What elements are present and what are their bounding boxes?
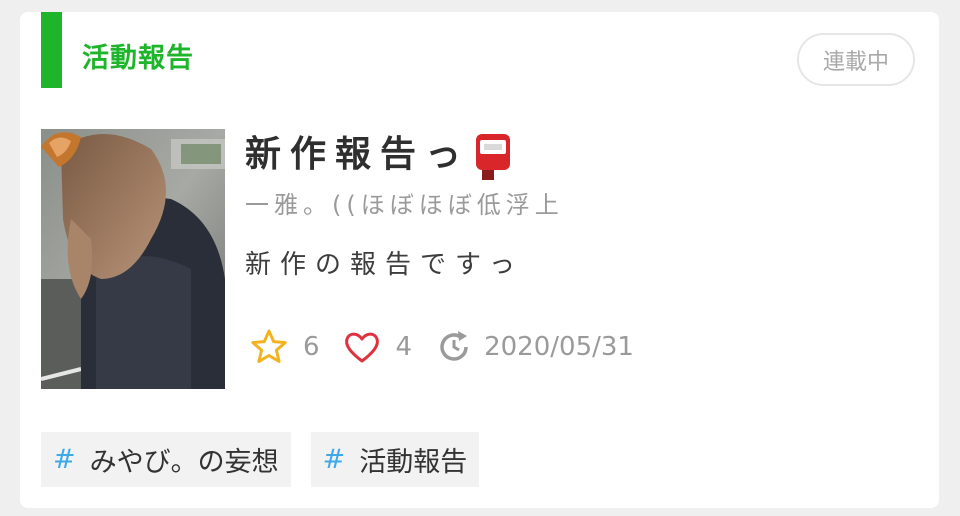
section-title: 活動報告 xyxy=(82,43,194,74)
work-title[interactable]: 新作報告っ xyxy=(245,132,470,178)
thumbnail-photo xyxy=(41,129,225,389)
work-description: 新作の報告ですっ xyxy=(245,250,524,280)
tag-chip[interactable]: # 活動報告 xyxy=(310,432,480,487)
hash-icon: # xyxy=(322,444,346,475)
update-clock-icon xyxy=(440,331,468,361)
tag-chip[interactable]: # みやび。の妄想 xyxy=(41,432,291,487)
postbox-icon xyxy=(476,134,511,180)
heart-icon[interactable] xyxy=(342,327,382,367)
work-thumbnail[interactable] xyxy=(41,129,225,389)
hash-icon: # xyxy=(53,444,76,475)
tag-list: # みやび。の妄想 # 活動報告 xyxy=(41,432,480,487)
tag-label: 活動報告 xyxy=(359,447,468,478)
like-count: 4 xyxy=(395,332,413,362)
star-count: 6 xyxy=(303,332,320,362)
tag-label: みやび。の妄想 xyxy=(89,447,279,478)
serialization-status-badge: 連載中 xyxy=(797,33,915,86)
update-date: 2020/05/31 xyxy=(484,332,634,362)
work-card[interactable]: 活動報告 連載中 新作報告っ 一雅。((ほぼほぼ低浮上 新作の報告ですっ 6 4… xyxy=(20,12,939,508)
work-title-row[interactable]: 新作報告っ xyxy=(245,130,514,180)
work-stats: 6 4 2020/05/31 xyxy=(249,328,634,366)
star-icon[interactable] xyxy=(249,327,289,367)
section-accent-bar xyxy=(41,12,62,88)
author-name[interactable]: 一雅。((ほぼほぼ低浮上 xyxy=(245,190,564,220)
